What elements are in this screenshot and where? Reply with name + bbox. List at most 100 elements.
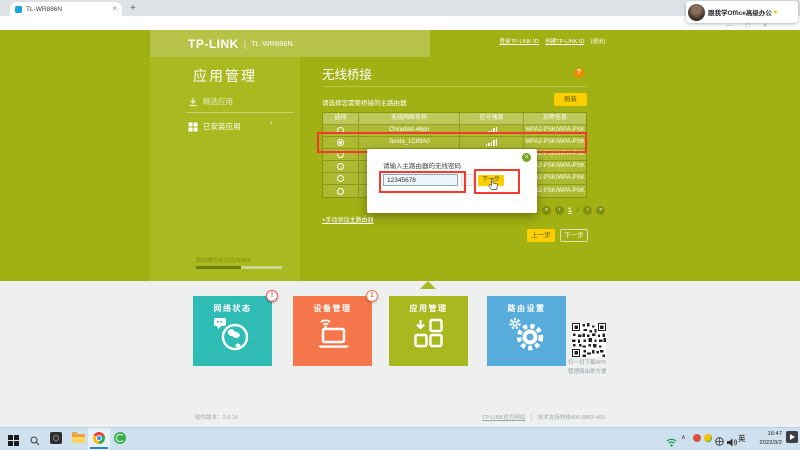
- header-links: 登录TP-LINK ID 创建TP-LINK ID [退出]: [405, 37, 605, 45]
- window-maximize-icon[interactable]: ▢: [745, 23, 750, 29]
- tray-red-icon[interactable]: [693, 434, 701, 442]
- logo-divider: |: [244, 39, 246, 49]
- browser-tabstrip: TL-WR886N × +: [0, 0, 800, 16]
- sidebar: [150, 57, 300, 281]
- sidebar-installed-label: 已安装应用: [203, 121, 241, 132]
- file-explorer-icon[interactable]: [72, 434, 85, 443]
- router-header-logo: TP-LINK | TL-WR886N: [150, 30, 430, 57]
- screen-recorder-tray-icon[interactable]: [786, 431, 798, 443]
- sidebar-item-featured-apps[interactable]: 精选应用: [188, 96, 233, 107]
- sidebar-item-installed-apps[interactable]: 已安装应用: [188, 121, 241, 132]
- radio-unselected[interactable]: [337, 163, 344, 170]
- new-tab-button[interactable]: +: [130, 3, 136, 14]
- select-cell[interactable]: [323, 185, 359, 197]
- dialog-close-icon[interactable]: ×: [522, 153, 531, 162]
- app-grid-download-icon: [389, 317, 468, 351]
- sidebar-featured-label: 精选应用: [203, 96, 233, 107]
- footer-separator: │: [530, 415, 533, 421]
- tile-label: 应用管理: [389, 303, 468, 314]
- taskbar-clock[interactable]: 16:47 2022/3/2: [746, 430, 782, 448]
- search-icon[interactable]: [30, 433, 40, 450]
- title-divider: [322, 86, 587, 87]
- storage-progress-fill: [196, 266, 241, 269]
- download-icon: [188, 97, 198, 107]
- window-controls: — ▢ ✕: [726, 23, 767, 29]
- tile-network-status[interactable]: ! 网络状态: [193, 296, 272, 366]
- dialog-prompt: 请输入主路由器的无线密码: [383, 160, 461, 170]
- tray-yellow-icon[interactable]: [704, 434, 712, 442]
- page-1[interactable]: 1: [568, 207, 572, 214]
- help-icon[interactable]: ?: [574, 68, 584, 78]
- footer-hotline: 技术支持热线400-8863-400: [538, 415, 605, 421]
- tray-expand-icon[interactable]: ∧: [681, 433, 686, 441]
- tab-title: TL-WR886N: [26, 6, 112, 13]
- page-2[interactable]: 2: [576, 207, 580, 214]
- presenter-badge-icon: ★: [773, 9, 778, 16]
- window-close-icon[interactable]: ✕: [763, 23, 768, 29]
- radio-unselected[interactable]: [337, 175, 344, 182]
- qr-caption-line1: 扫一扫下载APP: [568, 359, 607, 368]
- wifi-tray-icon[interactable]: [666, 434, 677, 450]
- tab-close-icon[interactable]: ×: [112, 5, 117, 13]
- globe-icon: [193, 317, 272, 353]
- tile-label: 网络状态: [193, 303, 272, 314]
- volume-icon[interactable]: [727, 434, 737, 450]
- manual-add-link[interactable]: +手动添加主路由器: [322, 215, 374, 224]
- input-language-indicator[interactable]: 英: [738, 433, 746, 444]
- logout-link[interactable]: [退出]: [591, 39, 605, 45]
- login-tplink-id-link[interactable]: 登录TP-LINK ID: [500, 39, 539, 45]
- create-tplink-id-link[interactable]: 创建TP-LINK ID: [545, 39, 584, 45]
- select-cell[interactable]: [323, 161, 359, 172]
- header-ssid: 无线网络名称: [359, 113, 460, 124]
- qr-caption: 扫一扫下载APP 管理路由更方便: [568, 359, 607, 378]
- clock-date: 2022/3/2: [746, 439, 782, 448]
- page-title: 无线桥接: [322, 64, 372, 83]
- table-header-row: 选择 无线网络名称 信号强度 加密信息: [323, 113, 586, 125]
- storage-label: 路由器可用空间254KB: [196, 256, 251, 264]
- tile-label: 设备管理: [293, 303, 372, 314]
- presenter-overlay: 跟我学Office高级办公 ★: [686, 1, 798, 23]
- chevron-right-icon: ›: [270, 120, 272, 127]
- start-button-icon[interactable]: [8, 433, 19, 450]
- clock-time: 16:47: [746, 430, 782, 439]
- next-page-button[interactable]: ›: [583, 206, 592, 215]
- taskbar-app-icon[interactable]: [50, 432, 62, 444]
- presenter-name: 跟我学Office高级办公: [708, 7, 772, 17]
- alert-badge: !: [266, 290, 278, 302]
- green-browser-icon[interactable]: [114, 432, 126, 444]
- laptop-wifi-icon: [293, 317, 372, 351]
- last-page-button[interactable]: »: [596, 206, 605, 215]
- tab-favicon-icon: [15, 6, 22, 13]
- prev-page-button[interactable]: ‹: [555, 206, 564, 215]
- first-page-button[interactable]: «: [542, 206, 551, 215]
- active-app-underline: [90, 447, 108, 449]
- network-globe-icon[interactable]: [715, 433, 724, 450]
- tplink-logo: TP-LINK: [188, 37, 239, 51]
- refresh-button[interactable]: 刷新: [554, 93, 587, 106]
- presenter-avatar: [688, 4, 705, 21]
- radio-unselected[interactable]: [337, 188, 344, 195]
- next-step-button[interactable]: 下一步: [560, 229, 588, 242]
- bridge-subtitle: 请选择您需要桥接的主路由器: [322, 97, 407, 107]
- tile-router-settings[interactable]: 路由设置: [487, 296, 566, 366]
- chrome-icon[interactable]: [93, 432, 105, 444]
- footer-site-link[interactable]: TP-LINK官方网站: [482, 415, 525, 421]
- gear-icon: [487, 317, 566, 353]
- browser-tab[interactable]: TL-WR886N ×: [10, 2, 122, 16]
- qr-caption-line2: 管理路由更方便: [568, 368, 607, 377]
- previous-step-button[interactable]: 上一步: [527, 229, 555, 242]
- select-cell[interactable]: [323, 173, 359, 184]
- storage-progressbar: [196, 266, 282, 269]
- header-security: 加密信息: [524, 113, 586, 124]
- window-minimize-icon[interactable]: —: [726, 23, 732, 29]
- grid-icon: [188, 122, 198, 132]
- count-badge: 1: [366, 290, 378, 302]
- header-signal: 信号强度: [460, 113, 524, 124]
- sidebar-divider: [186, 112, 294, 113]
- active-tile-pointer: [420, 281, 436, 289]
- tile-app-management-active[interactable]: 应用管理: [389, 296, 468, 366]
- tile-device-management[interactable]: 1 设备管理: [293, 296, 372, 366]
- password-dialog: × 请输入主路由器的无线密码 下一步: [367, 149, 537, 213]
- pagination: « ‹ 1 2 › »: [542, 206, 605, 215]
- sidebar-title: 应用管理: [150, 66, 300, 86]
